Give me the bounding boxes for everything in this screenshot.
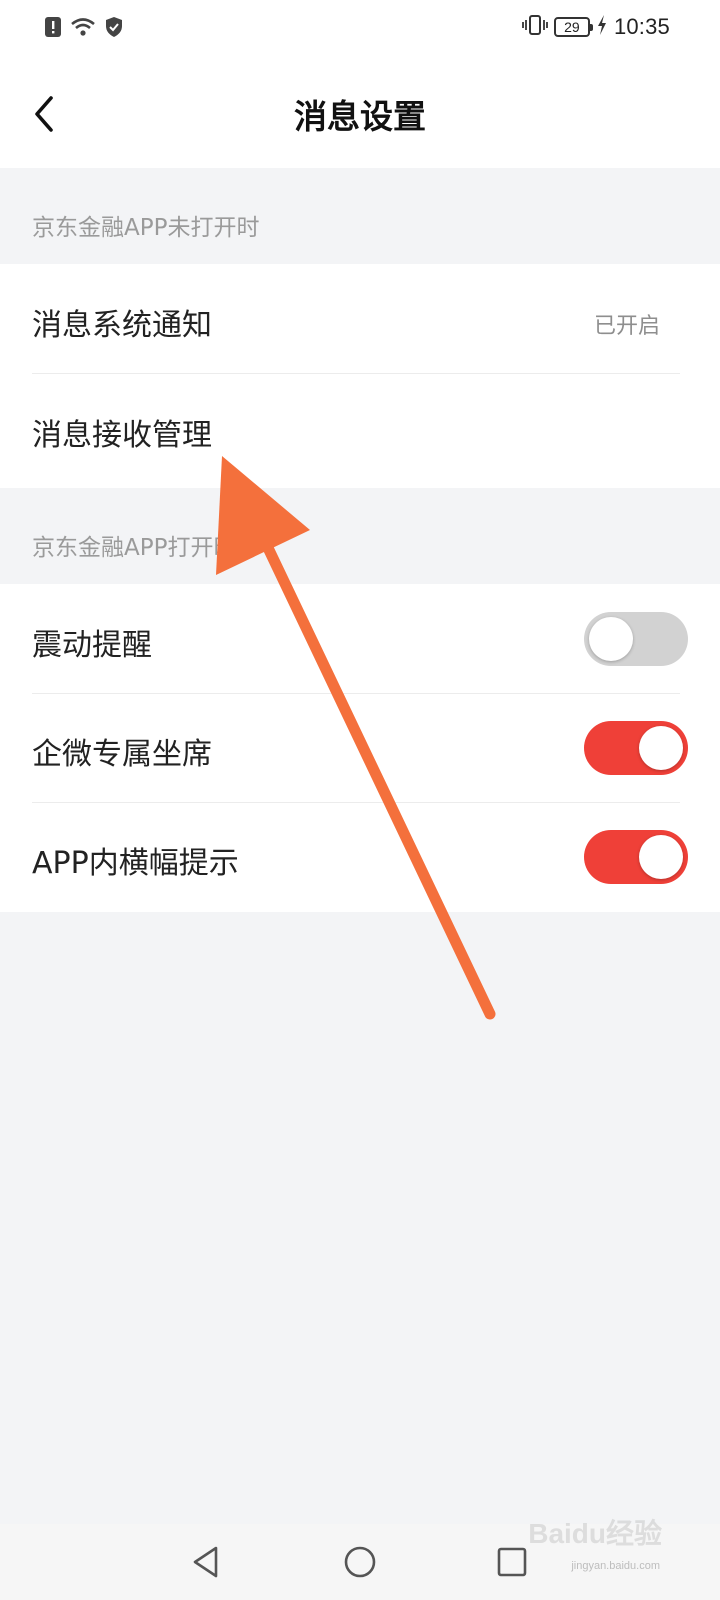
row-receive-management[interactable]: 消息接收管理 — [0, 374, 720, 484]
status-bar: 29 10:35 — [0, 0, 720, 62]
watermark-url: jingyan.baidu.com — [571, 1560, 660, 1572]
row-vibration-reminder: 震动提醒 — [0, 584, 720, 694]
section-header-app-open: 京东金融APP打开时 — [0, 488, 720, 584]
page-header: 消息设置 — [0, 62, 720, 168]
toggle-knob — [639, 835, 683, 879]
circle-home-icon — [344, 1546, 376, 1578]
row-wecom-agent: 企微专属坐席 — [0, 693, 720, 803]
row-label: 企微专属坐席 — [32, 737, 212, 772]
row-label: 消息接收管理 — [32, 418, 212, 453]
row-label: APP内横幅提示 — [32, 846, 239, 881]
shield-icon — [104, 16, 124, 42]
row-label: 震动提醒 — [32, 628, 152, 663]
square-recents-icon — [497, 1547, 527, 1577]
battery-icon: 29 — [553, 17, 593, 37]
status-left-icons — [44, 16, 124, 42]
section-header-app-closed: 京东金融APP未打开时 — [0, 168, 720, 264]
status-time: 10:35 — [613, 14, 670, 39]
settings-group-app-open: 震动提醒 企微专属坐席 APP内横幅提示 — [0, 584, 720, 912]
section-header-label: 京东金融APP打开时 — [32, 535, 237, 561]
status-right-icons: 29 10:35 — [522, 14, 670, 40]
nav-home-button[interactable] — [332, 1534, 388, 1590]
page-title: 消息设置 — [294, 97, 426, 136]
in-app-banner-toggle[interactable] — [584, 830, 688, 884]
battery-level: 29 — [564, 19, 580, 35]
wifi-icon — [70, 16, 96, 42]
row-status-value: 已开启 — [593, 314, 660, 339]
wecom-agent-toggle[interactable] — [584, 721, 688, 775]
watermark-logo: Baidu经验 — [528, 1512, 662, 1552]
nav-back-button[interactable] — [178, 1534, 234, 1590]
toggle-knob — [639, 726, 683, 770]
watermark-brand: Baidu经验 — [528, 1518, 662, 1549]
alert-icon — [44, 16, 62, 42]
settings-group-app-closed: 消息系统通知 已开启 消息接收管理 — [0, 264, 720, 488]
row-system-notification[interactable]: 消息系统通知 已开启 — [0, 264, 720, 374]
vibration-toggle[interactable] — [584, 612, 688, 666]
section-header-label: 京东金融APP未打开时 — [32, 215, 260, 241]
row-label: 消息系统通知 — [32, 308, 212, 343]
triangle-back-icon — [193, 1546, 218, 1578]
charging-icon — [596, 14, 608, 40]
toggle-knob — [589, 617, 633, 661]
vibrate-icon — [522, 14, 548, 40]
row-in-app-banner: APP内横幅提示 — [0, 802, 720, 912]
